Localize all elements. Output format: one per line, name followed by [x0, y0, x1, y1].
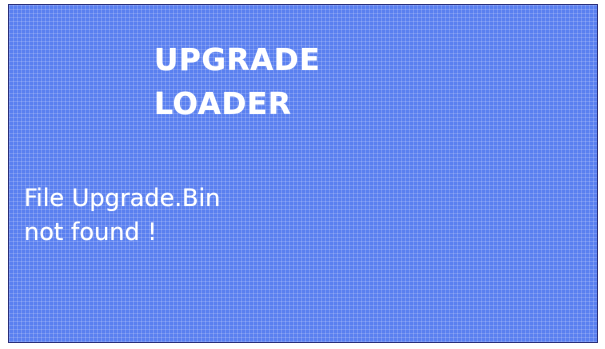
- loader-screen: UPGRADE LOADER File Upgrade.Bin not foun…: [8, 4, 598, 343]
- title-line-1: UPGRADE: [154, 43, 321, 78]
- error-message: File Upgrade.Bin not found !: [24, 181, 220, 249]
- error-message-line-1: File Upgrade.Bin: [24, 184, 221, 212]
- error-message-line-2: not found !: [24, 218, 157, 246]
- loader-title: UPGRADE LOADER: [154, 39, 320, 127]
- title-line-2: LOADER: [154, 87, 292, 122]
